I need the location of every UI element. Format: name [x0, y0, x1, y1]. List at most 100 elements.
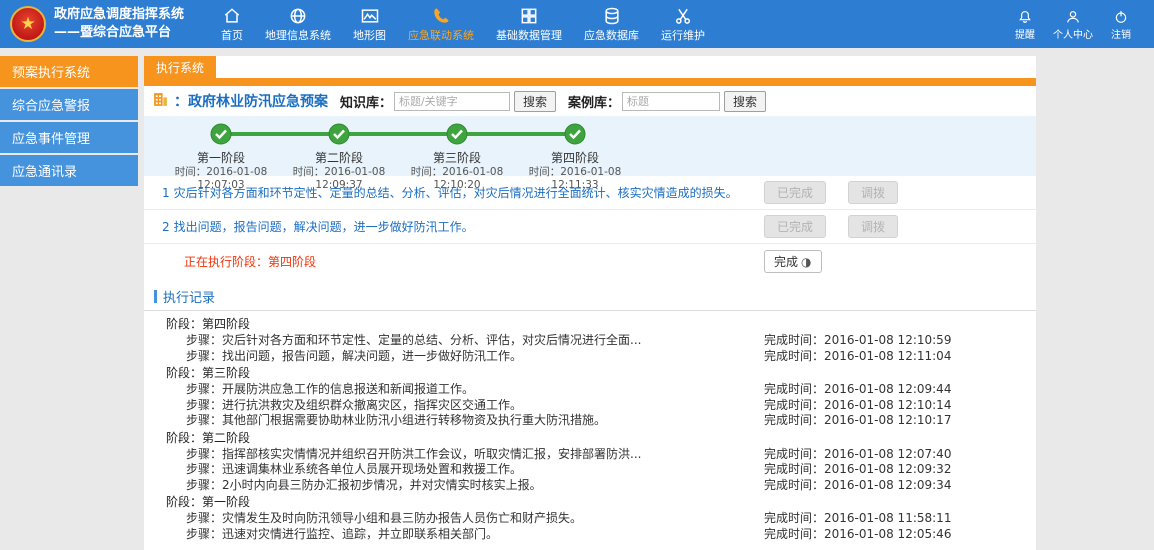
person-icon [1065, 8, 1081, 26]
done-button[interactable]: 已完成 [764, 215, 826, 238]
step-text: 步骤：灾情发生及时向防汛领导小组和县三防办报告人员伤亡和财产损失。 [186, 511, 764, 527]
top-header: ★ 政府应急调度指挥系统 ——暨综合应急平台 首页 地理信息系统 地形图 应急联… [0, 0, 1154, 48]
case-search-button[interactable]: 搜索 [724, 91, 766, 112]
case-base-label: 案例库： [568, 92, 620, 111]
record-stage: 阶段：第四阶段 [144, 315, 1036, 333]
record-stage: 阶段：第一阶段 [144, 493, 1036, 511]
complete-button[interactable]: 完成◑ [764, 250, 822, 273]
national-emblem-logo: ★ [10, 6, 46, 42]
step-complete-time: 完成时间：2016-01-08 12:07:40 [764, 447, 1026, 463]
account-label: 注销 [1111, 26, 1131, 41]
record-stage: 阶段：第二阶段 [144, 429, 1036, 447]
timeline-stage-2: 第二阶段 时间：2016-01-08 12:09:37 [280, 123, 398, 192]
logout-button[interactable]: 注销 [1102, 5, 1140, 44]
step-complete-time: 完成时间：2016-01-08 12:09:32 [764, 462, 1026, 478]
account-label: 提醒 [1015, 26, 1035, 41]
nav-item-emergency-database[interactable]: 应急数据库 [573, 3, 650, 45]
plan-title: ：政府林业防汛应急预案 [174, 91, 328, 111]
plan-title-row: ：政府林业防汛应急预案 知识库： 搜索 案例库： 搜索 [144, 86, 1036, 116]
step-text: 步骤：迅速调集林业系统各单位人员展开现场处置和救援工作。 [186, 462, 764, 478]
case-search-input[interactable] [622, 92, 720, 111]
nav-label: 应急联动系统 [408, 27, 474, 43]
nav-label: 基础数据管理 [496, 27, 562, 43]
step-complete-time: 完成时间：2016-01-08 12:10:17 [764, 413, 1026, 429]
record-section-title: 执行记录 [163, 287, 215, 306]
record-stage: 阶段：第三阶段 [144, 364, 1036, 382]
accent-bar [144, 78, 1036, 86]
step-text: 步骤：2小时内向县三防办汇报初步情况，并对灾情实时核实上报。 [186, 478, 764, 494]
check-icon [564, 123, 586, 145]
record-step: 步骤：迅速调集林业系统各单位人员展开现场处置和救援工作。 完成时间：2016-0… [144, 462, 1036, 478]
phone-icon [431, 5, 451, 27]
current-stage-row: 正在执行阶段：第四阶段 完成◑ [144, 244, 1036, 279]
grid-icon [519, 5, 539, 27]
sidebar-item-emergency-alert[interactable]: 综合应急警报 [0, 89, 138, 120]
notifications-button[interactable]: 提醒 [1006, 5, 1044, 44]
record-step: 步骤：灾情发生及时向防汛领导小组和县三防办报告人员伤亡和财产损失。 完成时间：2… [144, 511, 1036, 527]
building-icon [152, 91, 169, 111]
check-icon [446, 123, 468, 145]
stage-name: 第三阶段 [398, 149, 516, 166]
stage-date: 时间：2016-01-08 [162, 166, 280, 179]
power-icon [1113, 8, 1129, 26]
home-icon [222, 5, 242, 27]
sidebar-item-plan-execution[interactable]: 预案执行系统 [0, 56, 138, 87]
nav-label: 运行维护 [661, 27, 705, 43]
main-nav: 首页 地理信息系统 地形图 应急联动系统 基础数据管理 应急数据库 运行维护 [210, 3, 716, 45]
record-step: 步骤：迅速对灾情进行监控、追踪，并立即联系相关部门。 完成时间：2016-01-… [144, 527, 1036, 543]
nav-item-home[interactable]: 首页 [210, 3, 254, 45]
step-complete-time: 完成时间：2016-01-08 12:10:59 [764, 333, 1026, 349]
record-step: 步骤：进行抗洪救灾及组织群众撤离灾区，指挥灾区交通工作。 完成时间：2016-0… [144, 398, 1036, 414]
nav-item-emergency-linkage[interactable]: 应急联动系统 [397, 3, 485, 45]
step-text: 步骤：进行抗洪救灾及组织群众撤离灾区，指挥灾区交通工作。 [186, 398, 764, 414]
task-text: 找出问题，报告问题，解决问题，进一步做好防汛工作。 [174, 218, 764, 235]
step-text: 步骤：指挥部核实灾情情况并组织召开防洪工作会议，听取灾情汇报，安排部署防洪... [186, 447, 764, 463]
account-actions: 提醒 个人中心 注销 [1006, 5, 1140, 44]
nav-label: 地理信息系统 [265, 27, 331, 43]
sidebar-item-contacts[interactable]: 应急通讯录 [0, 155, 138, 186]
timeline-stage-3: 第三阶段 时间：2016-01-08 12:10:20 [398, 123, 516, 192]
tab-execution-system[interactable]: 执行系统 [144, 56, 216, 78]
stage-time: 12:09:37 [280, 179, 398, 192]
record-step: 步骤：灾后针对各方面和环节定性、定量的总结、分析、评估，对灾后情况进行全面...… [144, 333, 1036, 349]
knowledge-base-label: 知识库： [340, 92, 392, 111]
stage-name: 第一阶段 [162, 149, 280, 166]
account-label: 个人中心 [1053, 26, 1093, 41]
accent-bar [154, 290, 157, 303]
nav-item-base-data-management[interactable]: 基础数据管理 [485, 3, 573, 45]
stage-date: 时间：2016-01-08 [516, 166, 634, 179]
stage-name: 第四阶段 [516, 149, 634, 166]
step-text: 步骤：找出问题，报告问题，解决问题，进一步做好防汛工作。 [186, 349, 764, 365]
search-group: 知识库： 搜索 案例库： 搜索 [340, 91, 766, 112]
personal-center-button[interactable]: 个人中心 [1044, 5, 1102, 44]
sidebar-item-event-management[interactable]: 应急事件管理 [0, 122, 138, 153]
terrain-map-icon [360, 5, 380, 27]
record-step: 步骤：指挥部核实灾情情况并组织召开防洪工作会议，听取灾情汇报，安排部署防洪...… [144, 447, 1036, 463]
sidebar: 预案执行系统 综合应急警报 应急事件管理 应急通讯录 [0, 56, 138, 188]
nav-label: 地形图 [353, 27, 386, 43]
task-row: 2 找出问题，报告问题，解决问题，进一步做好防汛工作。 已完成 调拨 [144, 210, 1036, 244]
execution-records: 阶段：第四阶段 步骤：灾后针对各方面和环节定性、定量的总结、分析、评估，对灾后情… [144, 311, 1036, 550]
app-title: 政府应急调度指挥系统 ——暨综合应急平台 [54, 6, 184, 41]
app-title-line2: ——暨综合应急平台 [54, 24, 184, 42]
step-complete-time: 完成时间：2016-01-08 12:09:34 [764, 478, 1026, 494]
knowledge-search-button[interactable]: 搜索 [514, 91, 556, 112]
check-icon [210, 123, 232, 145]
current-stage-text: 正在执行阶段：第四阶段 [154, 253, 764, 270]
nav-item-operation-maintenance[interactable]: 运行维护 [650, 3, 716, 45]
step-text: 步骤：灾后针对各方面和环节定性、定量的总结、分析、评估，对灾后情况进行全面... [186, 333, 764, 349]
step-text: 步骤：开展防洪应急工作的信息报送和新闻报道工作。 [186, 382, 764, 398]
bell-icon [1017, 8, 1033, 26]
complete-button-label: 完成 [774, 255, 798, 269]
knowledge-search-input[interactable] [394, 92, 510, 111]
step-complete-time: 完成时间：2016-01-08 12:11:04 [764, 349, 1026, 365]
scissors-icon [673, 5, 693, 27]
task-number: 2 [154, 220, 170, 234]
stage-timeline: 第一阶段 时间：2016-01-08 12:07:03 第二阶段 时间：2016… [144, 116, 1036, 176]
transfer-button[interactable]: 调拨 [848, 215, 898, 238]
stage-time: 12:10:20 [398, 179, 516, 192]
record-step: 步骤：2小时内向县三防办汇报初步情况，并对灾情实时核实上报。 完成时间：2016… [144, 478, 1036, 494]
nav-item-terrain-map[interactable]: 地形图 [342, 3, 397, 45]
stage-date: 时间：2016-01-08 [280, 166, 398, 179]
nav-item-gis[interactable]: 地理信息系统 [254, 3, 342, 45]
